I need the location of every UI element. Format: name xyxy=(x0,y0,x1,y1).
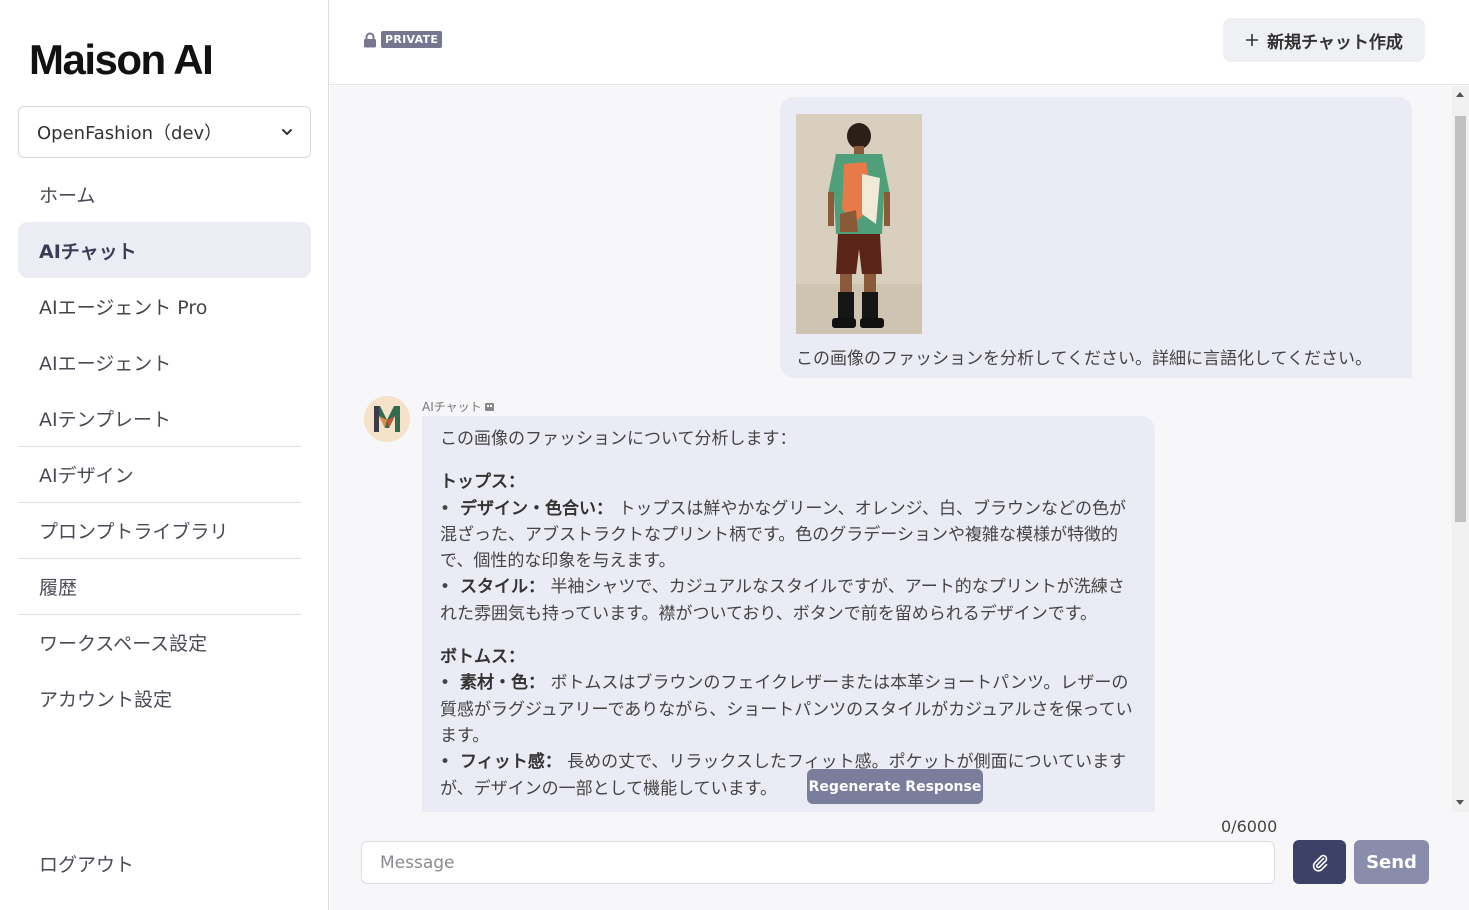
ai-avatar-icon xyxy=(364,396,410,442)
chevron-down-icon xyxy=(282,129,292,135)
new-chat-label: 新規チャット作成 xyxy=(1267,32,1403,53)
robot-icon xyxy=(484,403,494,411)
user-message-text: この画像のファッションを分析してください。詳細に言語化してください。 xyxy=(796,349,1372,369)
sidebar-item-ai-design[interactable]: AIデザイン xyxy=(18,446,301,502)
ai-message-intro: この画像のファッションについて分析します： xyxy=(440,429,797,449)
scroll-up-icon[interactable] xyxy=(1456,92,1464,97)
bullet-term: フィット感： xyxy=(460,752,562,773)
private-indicator: PRIVATE xyxy=(363,31,443,48)
list-item: • スタイル： 半袖シャツで、カジュアルなスタイルですが、アート的なプリントが洗練… xyxy=(440,577,1125,624)
sidebar-item-label: ワークスペース設定 xyxy=(39,633,208,655)
sidebar-item-label: AIデザイン xyxy=(39,465,134,487)
ai-sender-name: AIチャット xyxy=(422,400,482,414)
list-item: • 素材・色： ボトムスはブラウンのフェイクレザーまたは本革ショートパンツ。レザー… xyxy=(440,673,1133,746)
chat-messages: この画像のファッションを分析してください。詳細に言語化してください。 AIチャッ… xyxy=(330,86,1452,812)
sidebar-item-history[interactable]: 履歴 xyxy=(18,558,301,614)
ai-message: この画像のファッションについて分析します： トップス： • デザイン・色合い： ト… xyxy=(422,416,1155,812)
sidebar-item-account-settings[interactable]: アカウント設定 xyxy=(18,670,301,726)
sidebar-item-label: AIテンプレート xyxy=(39,408,172,431)
message-input[interactable] xyxy=(361,841,1275,884)
sidebar-item-label: 履歴 xyxy=(39,577,78,599)
sidebar-item-label: ホーム xyxy=(39,184,96,207)
brand-logo: Maison AI xyxy=(29,36,214,83)
bullet-term: 素材・色： xyxy=(460,673,546,694)
sidebar-nav: ホーム AIチャット AIエージェント Pro AIエージェント AIテンプレー… xyxy=(18,166,311,726)
bullet-term: デザイン・色合い： xyxy=(460,498,614,519)
section-heading-tops: トップス： xyxy=(440,472,525,493)
attach-button[interactable] xyxy=(1293,840,1346,884)
sidebar-item-ai-template[interactable]: AIテンプレート xyxy=(18,390,301,446)
sidebar-item-label: AIエージェント xyxy=(39,352,172,375)
sidebar-item-prompt-library[interactable]: プロンプトライブラリ xyxy=(18,502,301,558)
chat-header: PRIVATE 新規チャット作成 xyxy=(330,0,1469,85)
scroll-down-icon[interactable] xyxy=(1456,800,1464,805)
sidebar-item-label: プロンプトライブラリ xyxy=(39,521,229,543)
sidebar: Maison AI OpenFashion（dev） ホーム AIチャット AI… xyxy=(0,0,329,910)
list-item: • デザイン・色合い： トップスは鮮やかなグリーン、オレンジ、白、ブラウンなどの色… xyxy=(440,498,1127,572)
regenerate-response-button[interactable]: Regenerate Response xyxy=(807,769,983,804)
list-item: • フィット感： 長めの丈で、リラックスしたフィット感。ポケットが側面についていま… xyxy=(440,752,1127,799)
uploaded-fashion-photo xyxy=(796,114,922,334)
sidebar-item-label: AIチャット xyxy=(39,240,137,263)
sidebar-item-ai-chat[interactable]: AIチャット xyxy=(18,222,311,278)
plus-icon xyxy=(1246,34,1259,46)
bullet-term: スタイル： xyxy=(460,577,546,598)
new-chat-button[interactable]: 新規チャット作成 xyxy=(1223,18,1425,62)
private-badge: PRIVATE xyxy=(381,31,443,48)
chat-scrollbar-thumb[interactable] xyxy=(1455,116,1466,522)
char-counter: 0/6000 xyxy=(1221,817,1278,836)
ai-sender-label: AIチャット xyxy=(422,398,495,415)
section-heading-bottoms: ボトムス： xyxy=(440,647,525,668)
sidebar-item-home[interactable]: ホーム xyxy=(18,166,301,222)
sidebar-item-workspace-settings[interactable]: ワークスペース設定 xyxy=(18,614,301,670)
sidebar-item-label: アカウント設定 xyxy=(39,688,173,711)
sidebar-item-label: AIエージェント Pro xyxy=(39,296,208,319)
lock-icon xyxy=(364,32,376,47)
user-message: この画像のファッションを分析してください。詳細に言語化してください。 xyxy=(780,97,1412,378)
workspace-select[interactable]: OpenFashion（dev） xyxy=(18,106,311,158)
workspace-select-label: OpenFashion（dev） xyxy=(37,123,223,144)
paperclip-icon xyxy=(1312,854,1327,872)
send-button[interactable]: Send xyxy=(1354,840,1429,884)
sidebar-item-ai-agent-pro[interactable]: AIエージェント Pro xyxy=(18,278,301,334)
logout-button[interactable]: ログアウト xyxy=(39,850,134,877)
ai-avatar xyxy=(364,396,410,442)
sidebar-item-ai-agent[interactable]: AIエージェント xyxy=(18,334,301,390)
